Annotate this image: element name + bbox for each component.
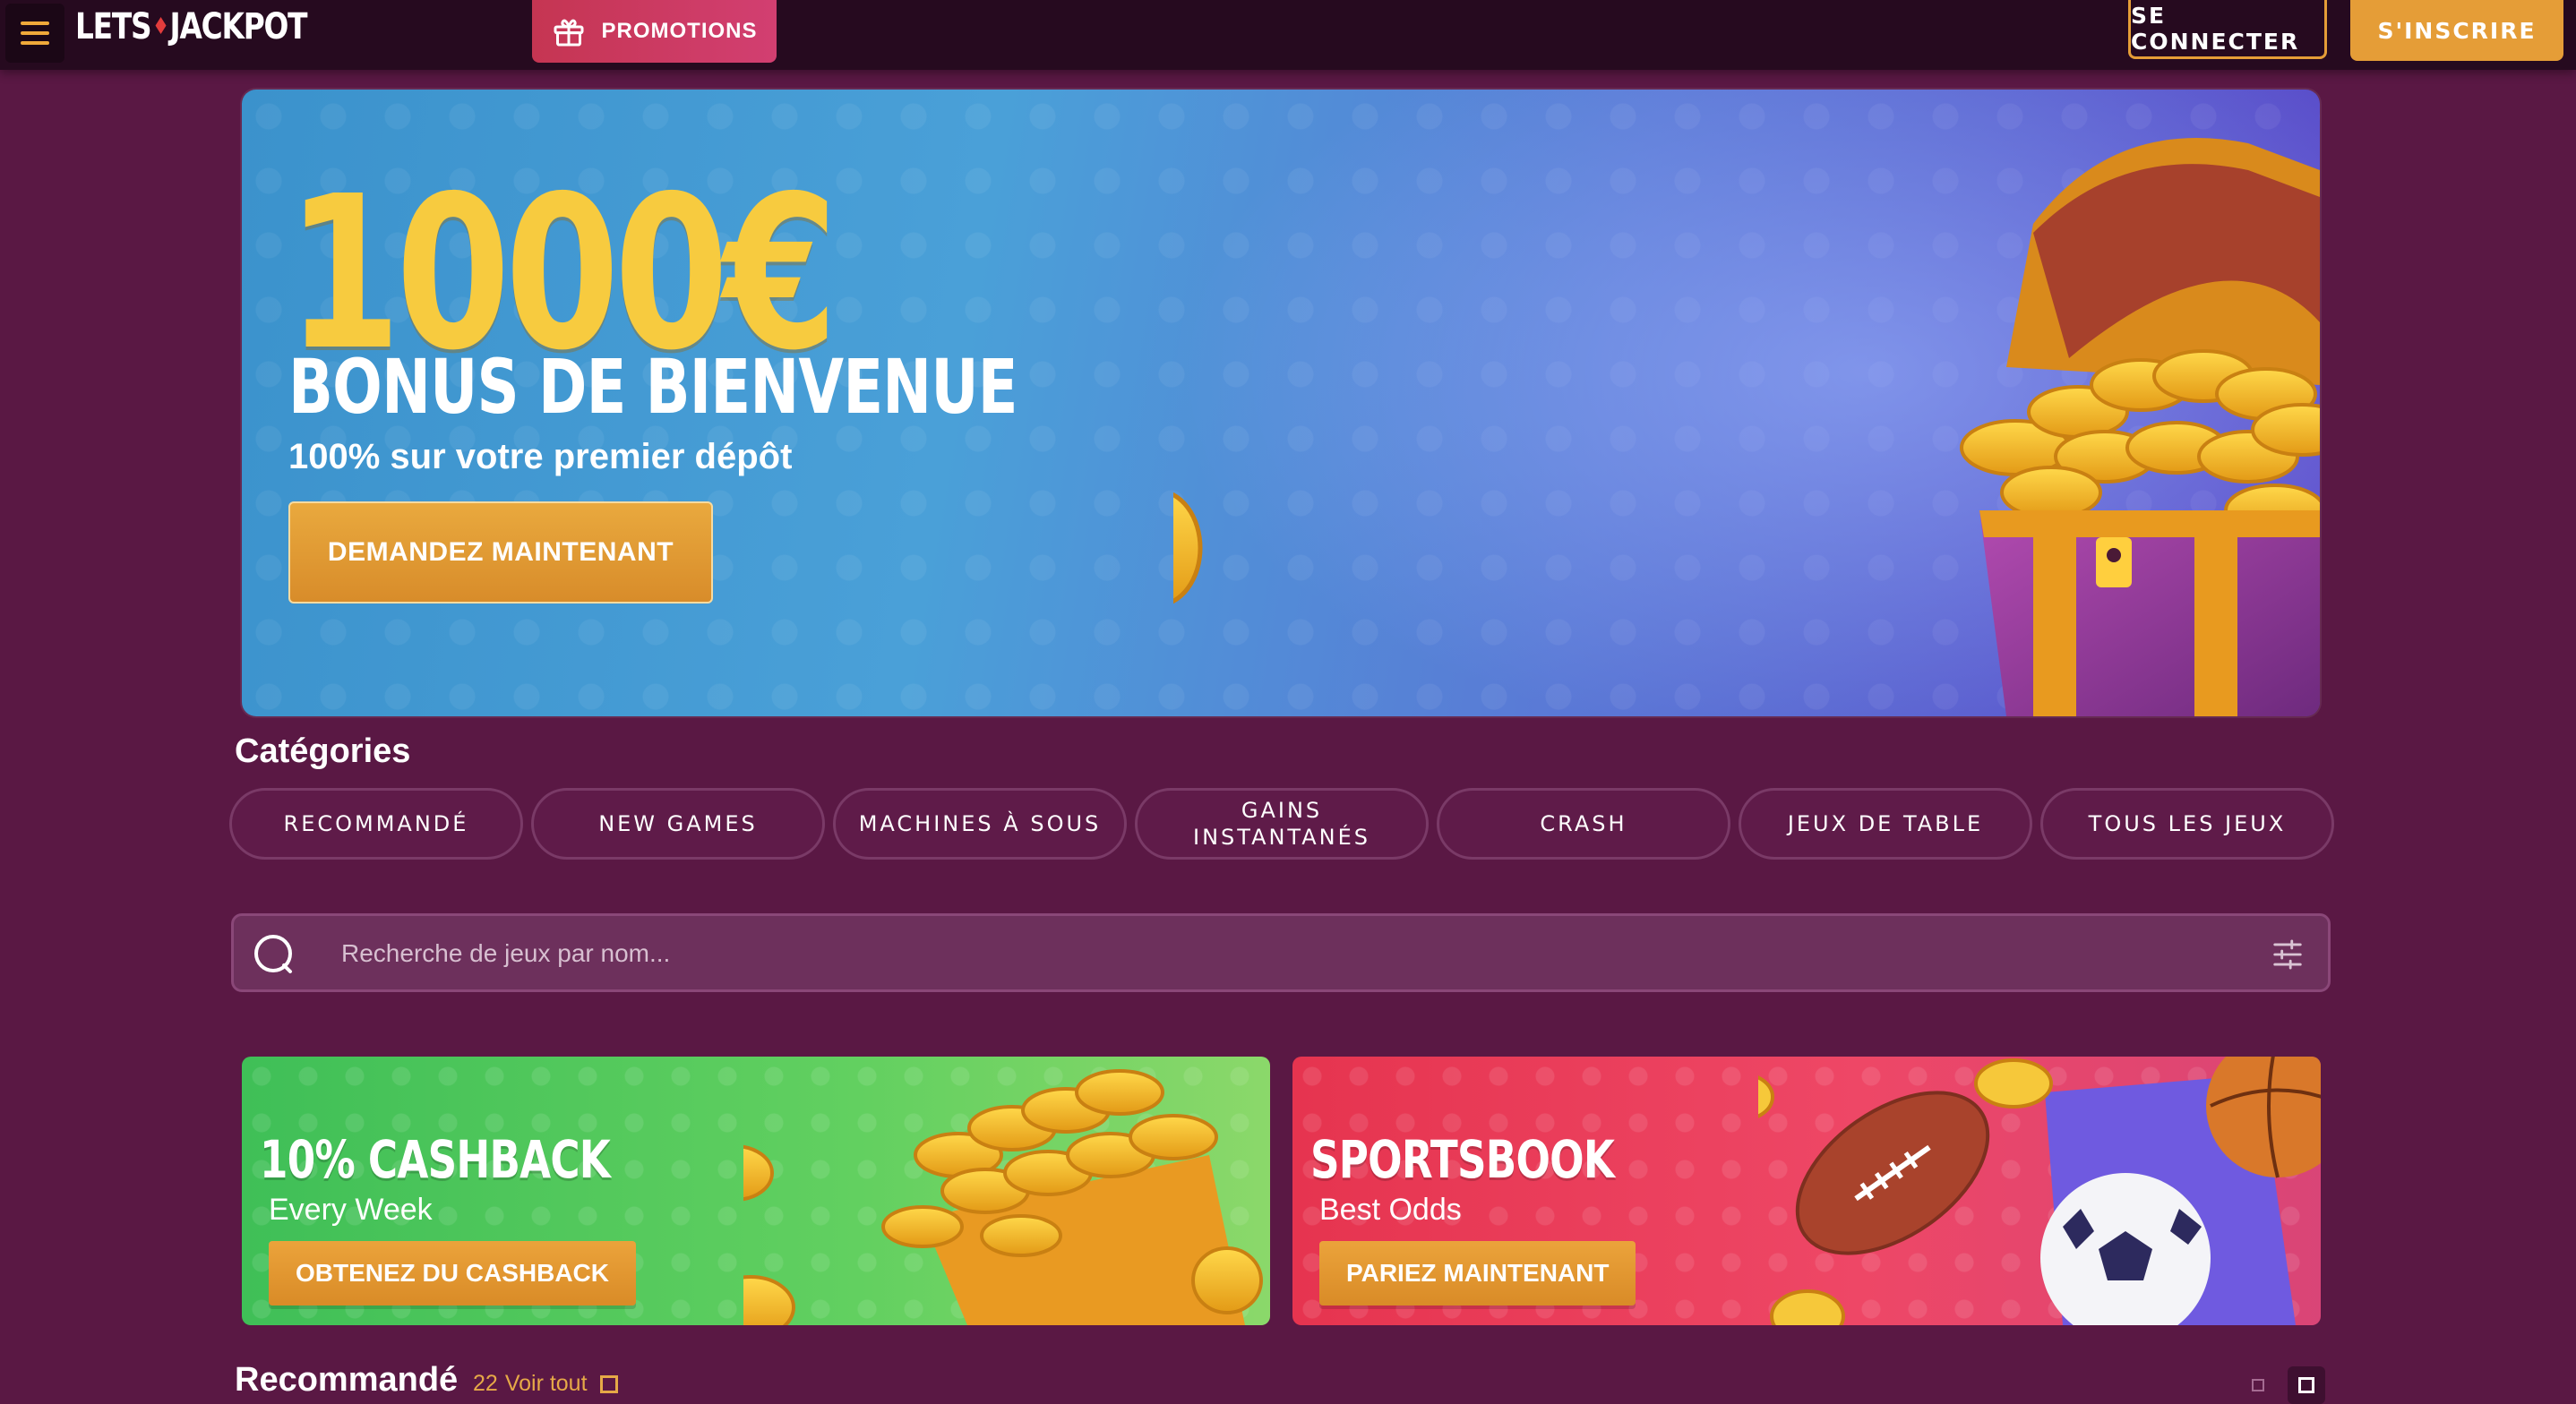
view-all-label: Voir tout (504, 1371, 588, 1396)
sportsbook-promo-card[interactable]: SPORTSBOOK Best Odds PARIEZ MAINTENANT (1292, 1057, 2321, 1325)
cashback-promo-card[interactable]: 10% CASHBACK Every Week OBTENEZ DU CASHB… (242, 1057, 1270, 1325)
hamburger-menu-button[interactable] (5, 4, 64, 63)
category-slots[interactable]: MACHINES À SOUS (833, 788, 1127, 860)
gift-icon (554, 19, 584, 47)
cashback-title: 10% CASHBACK (260, 1129, 611, 1190)
diamond-icon: ♦ (152, 13, 169, 40)
search-input[interactable] (339, 927, 2170, 980)
welcome-bonus-banner[interactable]: 1000€ BONUS DE BIENVENUE 100% sur votre … (242, 90, 2320, 716)
signup-button[interactable]: S'INSCRIRE (2350, 0, 2563, 61)
carousel-prev-button[interactable] (2239, 1366, 2277, 1404)
carousel-next-button[interactable] (2288, 1366, 2325, 1404)
claim-bonus-button[interactable]: DEMANDEZ MAINTENANT (288, 501, 713, 604)
menu-line-icon (21, 21, 49, 25)
get-cashback-button[interactable]: OBTENEZ DU CASHBACK (269, 1241, 636, 1306)
sportsbook-title: SPORTSBOOK (1310, 1129, 1615, 1190)
bonus-title: BONUS DE BIENVENUE (288, 343, 1018, 431)
category-filter-row: RECOMMANDÉ NEW GAMES MACHINES À SOUS GAI… (229, 788, 2334, 860)
category-recommended[interactable]: RECOMMANDÉ (229, 788, 523, 860)
category-table-games[interactable]: JEUX DE TABLE (1739, 788, 2032, 860)
menu-line-icon (21, 41, 49, 45)
gold-coins-bucket-illustration (743, 1069, 1263, 1325)
filter-sliders-icon[interactable] (2271, 937, 2305, 972)
recommended-heading: Recommandé (235, 1361, 459, 1399)
bonus-subtitle: 100% sur votre premier dépôt (288, 437, 793, 476)
bet-now-button[interactable]: PARIEZ MAINTENANT (1319, 1241, 1636, 1306)
cashback-subtitle: Every Week (269, 1193, 433, 1227)
promotions-button[interactable]: PROMOTIONS (532, 0, 777, 63)
search-icon[interactable] (248, 929, 298, 979)
category-new-games[interactable]: NEW GAMES (531, 788, 825, 860)
category-all-games[interactable]: TOUS LES JEUX (2040, 788, 2334, 860)
top-navigation-bar: LETS ♦ JACKPOT PROMOTIONS SE CONNECTER S… (0, 0, 2576, 70)
logo-text-left: LETS (75, 6, 152, 47)
square-icon (599, 1374, 618, 1393)
letsjackpot-logo[interactable]: LETS ♦ JACKPOT (75, 4, 308, 50)
login-button[interactable]: SE CONNECTER (2128, 0, 2327, 59)
logo-text-right: JACKPOT (169, 6, 308, 47)
category-instant-wins[interactable]: GAINS INSTANTANÉS (1135, 788, 1429, 860)
view-all-link[interactable]: 22 Voir tout (473, 1371, 618, 1397)
promotions-label: PROMOTIONS (601, 19, 758, 43)
square-icon (2252, 1379, 2264, 1391)
categories-heading: Catégories (235, 732, 411, 770)
square-icon (2298, 1377, 2314, 1393)
category-crash[interactable]: CRASH (1437, 788, 1730, 860)
treasure-chest-illustration (1173, 90, 2320, 716)
menu-line-icon (21, 31, 49, 35)
sports-balls-illustration (1758, 1057, 2321, 1325)
sportsbook-subtitle: Best Odds (1319, 1193, 1462, 1227)
game-search-bar (231, 913, 2331, 992)
recommended-count: 22 (473, 1371, 498, 1396)
